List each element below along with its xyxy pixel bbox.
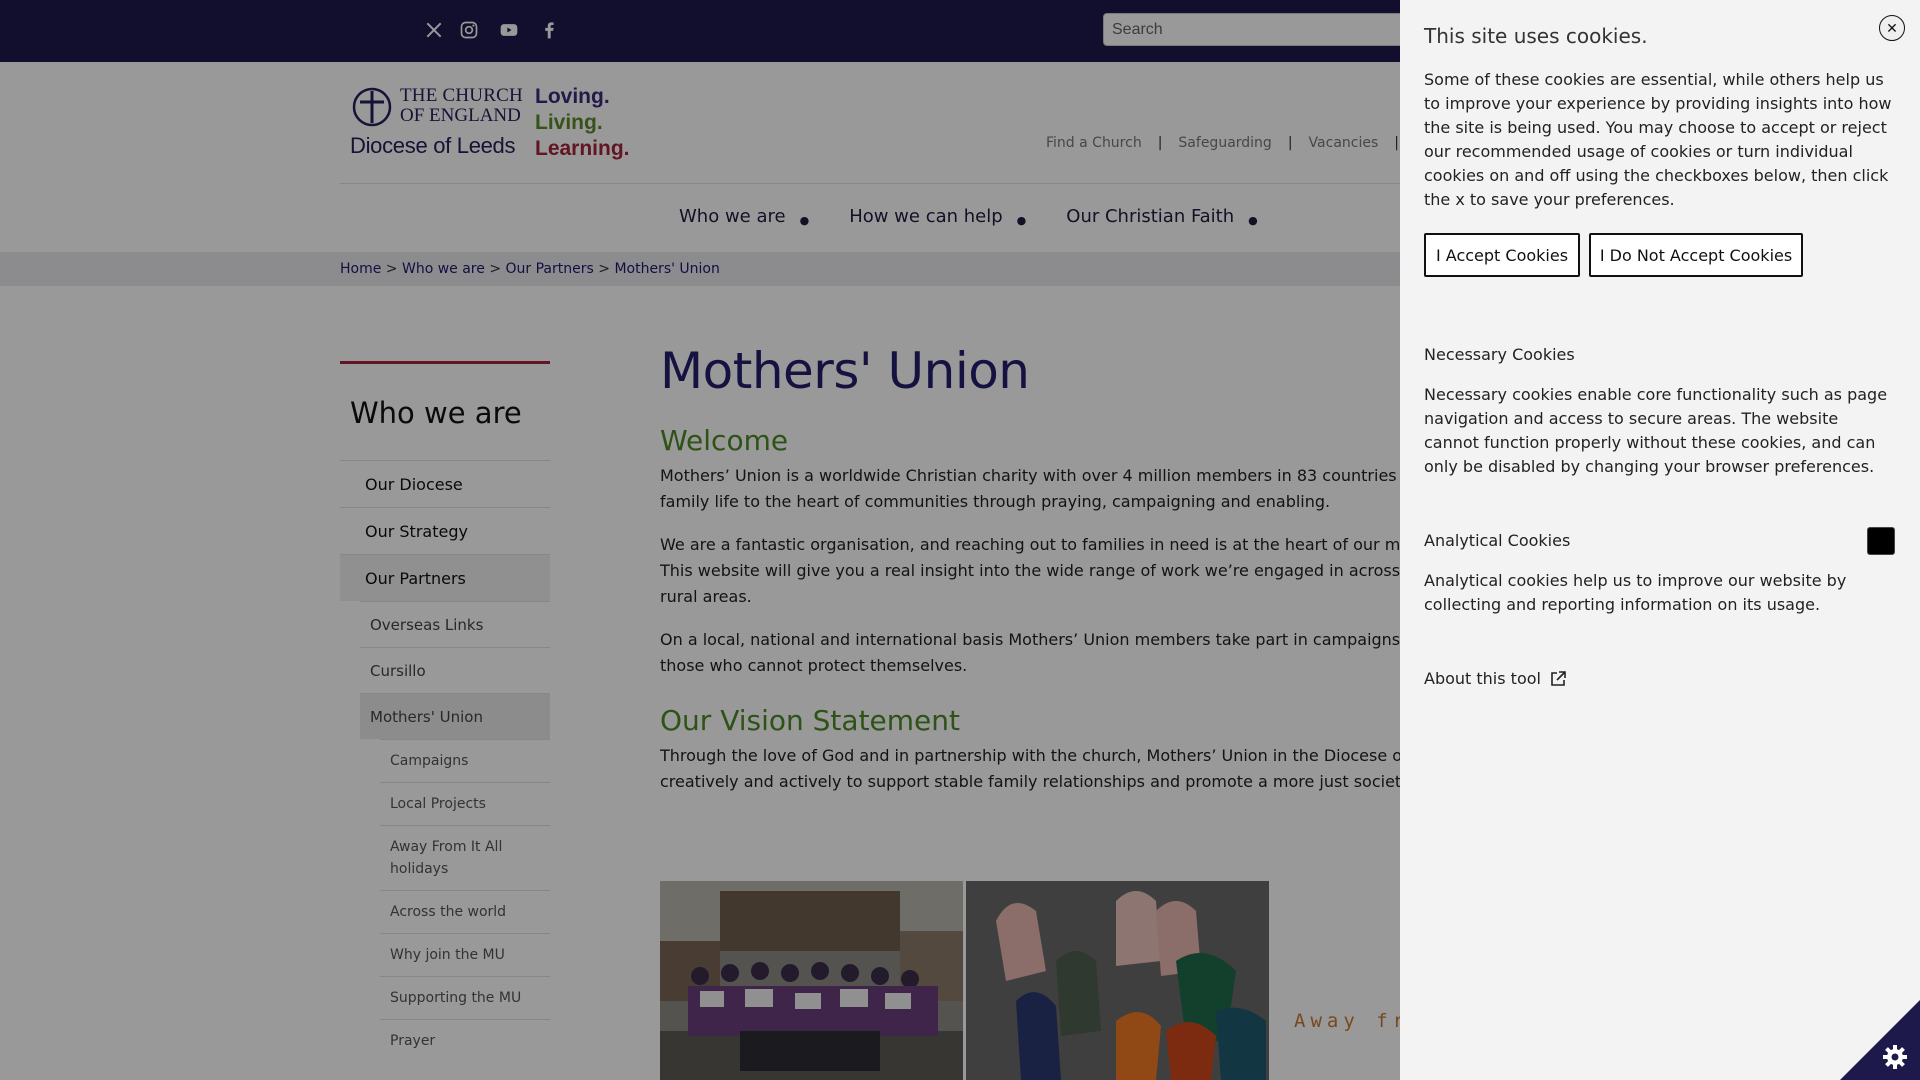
analytical-cookies-text: Analytical cookies help us to improve ou…	[1424, 571, 1847, 614]
close-cookie-panel-button[interactable]: ✕	[1879, 15, 1905, 41]
reject-cookies-button[interactable]: I Do Not Accept Cookies	[1589, 233, 1803, 277]
analytical-cookies-toggle[interactable]	[1867, 527, 1895, 555]
about-this-tool-link[interactable]: About this tool	[1424, 669, 1567, 688]
external-link-icon	[1551, 670, 1566, 686]
necessary-cookies-heading: Necessary Cookies	[1424, 345, 1575, 364]
accept-cookies-button[interactable]: I Accept Cookies	[1424, 233, 1580, 277]
cookie-settings-corner-button[interactable]	[1840, 1000, 1920, 1080]
modal-backdrop[interactable]	[0, 0, 1400, 1080]
about-this-tool-label: About this tool	[1424, 669, 1541, 688]
close-icon: ✕	[1886, 20, 1898, 36]
necessary-cookies-text: Necessary cookies enable core functional…	[1424, 385, 1888, 476]
cookie-panel-title: This site uses cookies.	[1424, 24, 1648, 48]
gear-icon	[1883, 1045, 1907, 1069]
analytical-cookies-heading: Analytical Cookies	[1424, 531, 1571, 550]
cookie-intro-text: Some of these cookies are essential, whi…	[1424, 70, 1892, 209]
